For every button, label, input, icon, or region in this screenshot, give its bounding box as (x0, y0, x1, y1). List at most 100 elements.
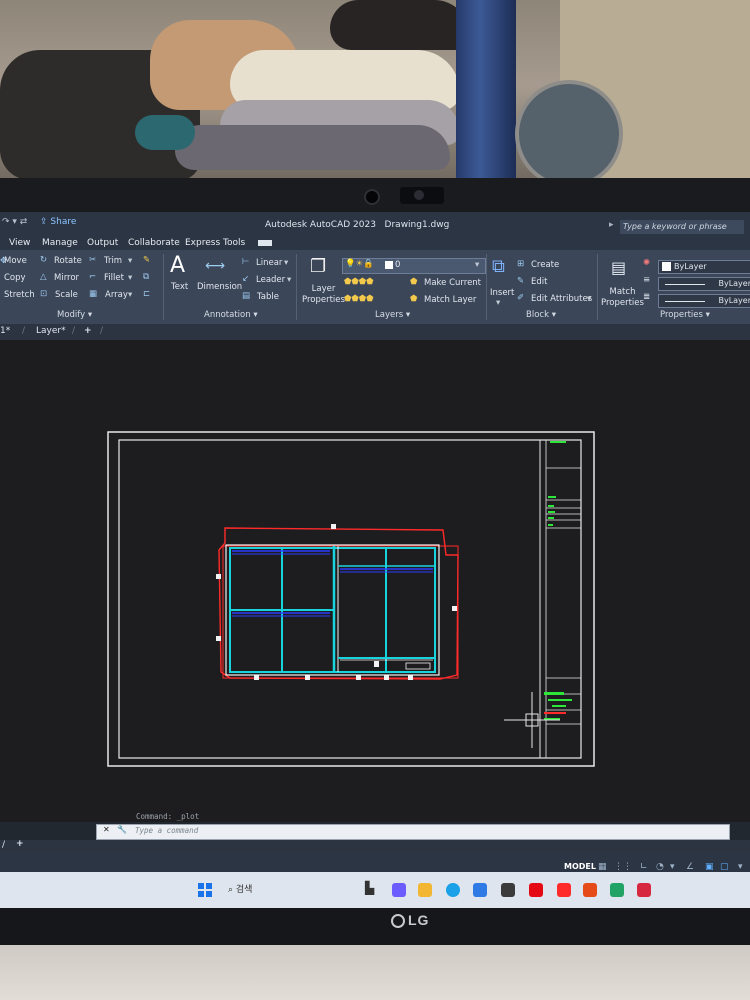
array-dropdown-icon[interactable]: ▾ (128, 290, 132, 300)
new-tab-button[interactable]: + (84, 326, 92, 336)
edge-browser-icon[interactable] (446, 883, 460, 897)
grip-handle[interactable] (216, 636, 221, 641)
file-explorer-icon[interactable] (418, 883, 432, 897)
ribbon-toggle-button[interactable] (258, 240, 272, 246)
lineweight-dropdown[interactable]: ByLayer (658, 277, 750, 291)
erase-icon[interactable]: ✎ (143, 255, 150, 265)
move-button[interactable]: Move (4, 256, 27, 266)
quick-access-toolbar[interactable]: ↷ ▾ ⇄ (2, 217, 27, 227)
media-player-icon[interactable] (610, 883, 624, 897)
annotation-panel-title[interactable]: Annotation ▾ (204, 310, 258, 320)
scale-button[interactable]: Scale (55, 290, 78, 300)
grip-handle[interactable] (254, 675, 259, 680)
transparency-icon[interactable]: ▢ (720, 862, 729, 872)
edit-attributes-button[interactable]: Edit Attributes (531, 294, 592, 304)
leader-button[interactable]: Leader (256, 275, 285, 285)
layer-tools-icons[interactable]: ⬟⬟⬟⬟ (344, 277, 374, 287)
wrench-icon[interactable]: 🔧 (117, 825, 127, 834)
layers-panel-title[interactable]: Layers ▾ (375, 310, 410, 320)
chat-app-icon[interactable] (392, 883, 406, 897)
netflix-icon[interactable] (529, 883, 543, 897)
tab-drawing1[interactable]: 1* (0, 326, 10, 336)
mirror-button[interactable]: Mirror (54, 273, 79, 283)
osnap-icon[interactable]: ▾ (670, 862, 675, 872)
copy-button[interactable]: Copy (4, 273, 26, 283)
trim-button[interactable]: Trim (104, 256, 122, 266)
office-icon[interactable] (583, 883, 597, 897)
edit-block-button[interactable]: Edit (531, 277, 547, 287)
insert-button[interactable]: Insert (490, 288, 514, 298)
properties-panel-title[interactable]: Properties ▾ (660, 310, 710, 320)
taskbar-search[interactable]: ⌕ 검색 (228, 882, 252, 895)
ortho-icon[interactable]: ∟ (640, 862, 648, 872)
add-layout-button[interactable]: + (16, 839, 24, 849)
snap-icon[interactable]: ⋮⋮ (614, 862, 632, 872)
rotate-button[interactable]: Rotate (54, 256, 82, 266)
stretch-button[interactable]: Stretch (4, 290, 35, 300)
edit-attributes-dropdown-icon[interactable]: ▾ (587, 294, 591, 304)
tab-view[interactable]: View (9, 238, 30, 248)
tab-express-tools[interactable]: Express Tools (185, 238, 245, 248)
tab-layer[interactable]: Layer* (36, 326, 66, 336)
match-properties-button[interactable]: Match Properties (601, 287, 644, 309)
grip-handle[interactable] (408, 675, 413, 680)
grip-handle[interactable] (384, 675, 389, 680)
layer-state-icons: 💡☀🔒 (345, 259, 374, 269)
fillet-dropdown-icon[interactable]: ▾ (128, 273, 132, 283)
linetype-icon: ≣ (643, 292, 651, 302)
store-icon[interactable] (473, 883, 487, 897)
grip-handle[interactable] (216, 574, 221, 579)
create-block-button[interactable]: Create (531, 260, 559, 270)
layer-properties-button[interactable]: Layer Properties (302, 284, 345, 306)
grip-handle[interactable] (305, 675, 310, 680)
command-line[interactable]: ✕ 🔧 Type a command (96, 824, 730, 840)
otrack-icon[interactable]: ∠ (686, 862, 694, 872)
linear-button[interactable]: Linear (256, 258, 282, 268)
layout-tab-divider: / (2, 840, 6, 850)
text-button[interactable]: Text (171, 282, 188, 292)
task-view-icon[interactable]: ▙ (365, 881, 379, 895)
color-wheel-icon: ✺ (643, 258, 651, 268)
offset-icon[interactable]: ⊏ (143, 289, 150, 299)
desk-surface (0, 945, 750, 1000)
search-icon[interactable]: ▸ (609, 220, 614, 230)
layer-tools-icons[interactable]: ⬟⬟⬟⬟ (344, 294, 374, 304)
table-button[interactable]: Table (257, 292, 279, 302)
color-dropdown[interactable]: ByLayer (658, 260, 750, 274)
insert-dropdown-icon[interactable]: ▾ (496, 298, 500, 308)
drawing-canvas[interactable] (0, 340, 750, 822)
command-input[interactable]: Type a command (135, 826, 198, 835)
trim-dropdown-icon[interactable]: ▾ (128, 256, 132, 266)
grip-handle[interactable] (356, 675, 361, 680)
linetype-dropdown[interactable]: ByLayer (658, 294, 750, 308)
tab-output[interactable]: Output (87, 238, 118, 248)
leader-dropdown-icon[interactable]: ▾ (287, 275, 291, 285)
tab-manage[interactable]: Manage (42, 238, 78, 248)
model-space-button[interactable]: MODEL (564, 862, 596, 871)
grid-icon[interactable]: ▦ (598, 862, 607, 872)
tab-collaborate[interactable]: Collaborate (128, 238, 180, 248)
search-input[interactable]: Type a keyword or phrase (620, 220, 744, 234)
autocad-icon[interactable] (637, 883, 651, 897)
block-panel-title[interactable]: Block ▾ (526, 310, 556, 320)
match-layer-button[interactable]: Match Layer (424, 295, 476, 305)
selection-cycling-icon[interactable]: ▾ (738, 862, 743, 872)
layer-dropdown[interactable]: 💡☀🔒 0 ▾ (342, 258, 486, 274)
grip-handle[interactable] (452, 606, 457, 611)
linear-dropdown-icon[interactable]: ▾ (284, 258, 288, 268)
share-button[interactable]: ⇪ Share (40, 217, 76, 227)
fillet-button[interactable]: Fillet (104, 273, 124, 283)
grip-handle[interactable] (331, 524, 336, 529)
polar-icon[interactable]: ◔ (656, 862, 664, 872)
clothes-pile (175, 125, 450, 170)
array-button[interactable]: Array (105, 290, 128, 300)
windows-start-icon[interactable] (198, 883, 212, 897)
make-current-button[interactable]: Make Current (424, 278, 481, 288)
app-icon[interactable] (501, 883, 515, 897)
modify-panel-title[interactable]: Modify ▾ (57, 310, 92, 320)
dimension-button[interactable]: Dimension (197, 282, 242, 292)
lineweight-toggle-icon[interactable]: ▣ (705, 862, 714, 872)
close-icon[interactable]: ✕ (103, 825, 110, 834)
youtube-icon[interactable] (557, 883, 571, 897)
explode-icon[interactable]: ⧉ (143, 272, 149, 282)
